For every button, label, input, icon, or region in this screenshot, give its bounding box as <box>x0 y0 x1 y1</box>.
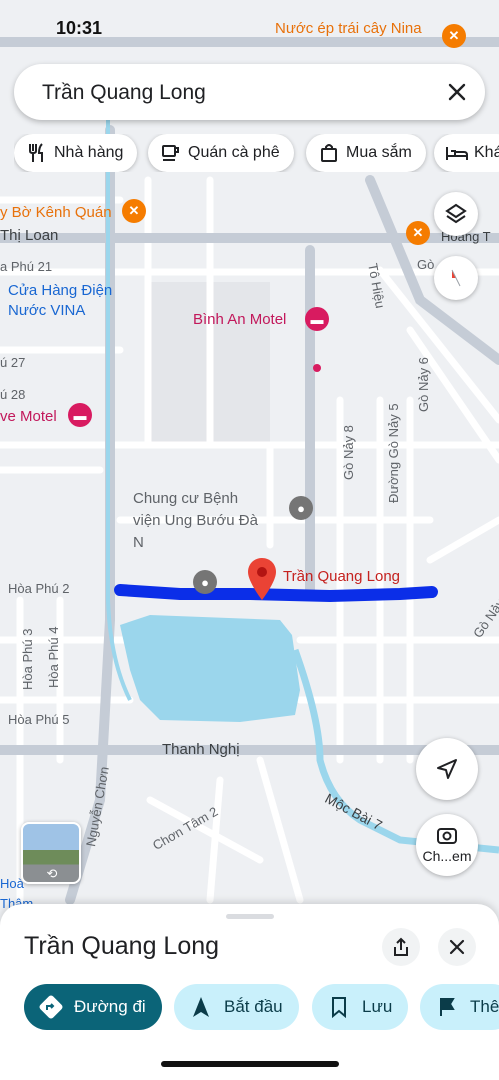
poi-dot[interactable] <box>313 364 321 372</box>
rotate-360-icon: ⟲ <box>46 866 58 881</box>
restaurant-icon <box>26 142 48 164</box>
layers-button[interactable] <box>434 192 478 236</box>
poi-label[interactable]: Bình An Motel <box>193 311 286 328</box>
status-place-label: Nước ép trái cây Nina <box>275 20 422 37</box>
hotel-icon[interactable]: ▬ <box>68 403 92 427</box>
action-label: Đường đi <box>74 997 146 1016</box>
road-label: Hoà <box>0 876 24 891</box>
sheet-drag-handle[interactable] <box>226 914 274 919</box>
location-pin-icon[interactable] <box>248 558 276 600</box>
share-button[interactable] <box>382 928 420 966</box>
action-buttons: Đường đi Bắt đầu Lưu Thê <box>0 984 499 1032</box>
close-sheet-button[interactable] <box>438 928 476 966</box>
flag-icon <box>434 994 460 1020</box>
road-label: Gò Nảy 8 <box>341 425 356 480</box>
save-button[interactable]: Lưu <box>312 984 409 1030</box>
camera-lens-icon <box>437 828 457 844</box>
chip-label: Quán cà phê <box>188 144 280 161</box>
navigation-icon <box>188 994 214 1020</box>
shopping-bag-icon <box>318 142 340 164</box>
lens-label: Ch...em <box>422 848 472 864</box>
chip-label: Khá <box>474 144 499 161</box>
chip-shopping[interactable]: Mua sắm <box>306 134 426 172</box>
search-input[interactable]: Trần Quang Long <box>42 81 206 105</box>
poi-label[interactable]: Chung cư Bệnh viện Ung Bướu Đà N <box>133 488 263 554</box>
chip-label: Mua sắm <box>346 144 412 161</box>
search-bar[interactable]: Trần Quang Long <box>14 64 485 120</box>
road-label: a Phú 21 <box>0 259 53 274</box>
close-icon[interactable] <box>443 78 471 106</box>
place-icon[interactable]: ● <box>193 570 217 594</box>
road-label: ú 28 <box>0 387 26 402</box>
road-label: Hòa Phú 5 <box>8 712 70 727</box>
road-label: Gò Nảy 6 <box>416 357 431 412</box>
status-bar: 10:31 Nước ép trái cây Nina <box>0 14 499 44</box>
action-label: Bắt đầu <box>224 997 283 1016</box>
close-icon <box>449 939 465 955</box>
road-label: ú 27 <box>0 355 26 370</box>
selected-place-label: Trần Quang Long <box>283 568 401 585</box>
action-label: Thê <box>470 997 499 1016</box>
poi-label[interactable]: y Bờ Kênh Quán <box>0 204 112 221</box>
road-label: Hòa Phú 2 <box>8 581 70 596</box>
action-label: Lưu <box>362 997 393 1016</box>
place-icon[interactable]: ● <box>289 496 313 520</box>
restaurant-icon[interactable]: ✕ <box>122 199 146 223</box>
road-label: Đường Gò Nảy 5 <box>386 403 401 503</box>
compass-button[interactable] <box>434 256 478 300</box>
coffee-icon <box>160 142 182 164</box>
road-label: Gò <box>417 257 435 272</box>
road-label: Hòa Phú 4 <box>46 626 61 688</box>
bookmark-icon <box>326 994 352 1020</box>
restaurant-icon[interactable]: ✕ <box>406 221 430 245</box>
poi-label[interactable]: Cửa Hàng Điện Nước VINA <box>8 281 128 321</box>
chip-hotels[interactable]: Khá <box>434 134 499 172</box>
chip-restaurants[interactable]: Nhà hàng <box>14 134 138 172</box>
directions-button[interactable]: Đường đi <box>24 984 162 1030</box>
place-sheet[interactable]: Trần Quang Long Đường đi Bắt đầu Lưu Thê <box>0 904 499 1080</box>
layers-icon <box>445 203 467 224</box>
road-label: Thị Loan <box>0 227 59 244</box>
chip-label: Nhà hàng <box>54 144 124 161</box>
add-label-button[interactable]: Thê <box>420 984 499 1030</box>
route-line <box>114 584 438 603</box>
street-view-thumbnail[interactable]: ⟲ <box>21 822 81 884</box>
chip-coffee[interactable]: Quán cà phê <box>148 134 294 172</box>
lens-button[interactable]: Ch...em <box>416 814 478 876</box>
hotel-icon[interactable]: ▬ <box>305 307 329 331</box>
share-icon <box>394 937 408 956</box>
status-time: 10:31 <box>56 18 103 38</box>
home-indicator <box>161 1061 339 1067</box>
start-button[interactable]: Bắt đầu <box>174 984 299 1030</box>
road-label: Hòa Phú 3 <box>20 628 35 690</box>
navigation-arrow-icon <box>437 759 457 779</box>
category-chips: Nhà hàng Quán cà phê Mua sắm Khá <box>14 134 499 172</box>
poi-label[interactable]: ve Motel <box>0 408 57 425</box>
road-label: Thanh Nghị <box>162 741 240 758</box>
my-location-button[interactable] <box>416 738 478 800</box>
directions-icon <box>38 994 64 1020</box>
place-title: Trần Quang Long <box>24 932 220 960</box>
compass-icon <box>451 269 461 287</box>
hotel-icon <box>446 142 468 164</box>
